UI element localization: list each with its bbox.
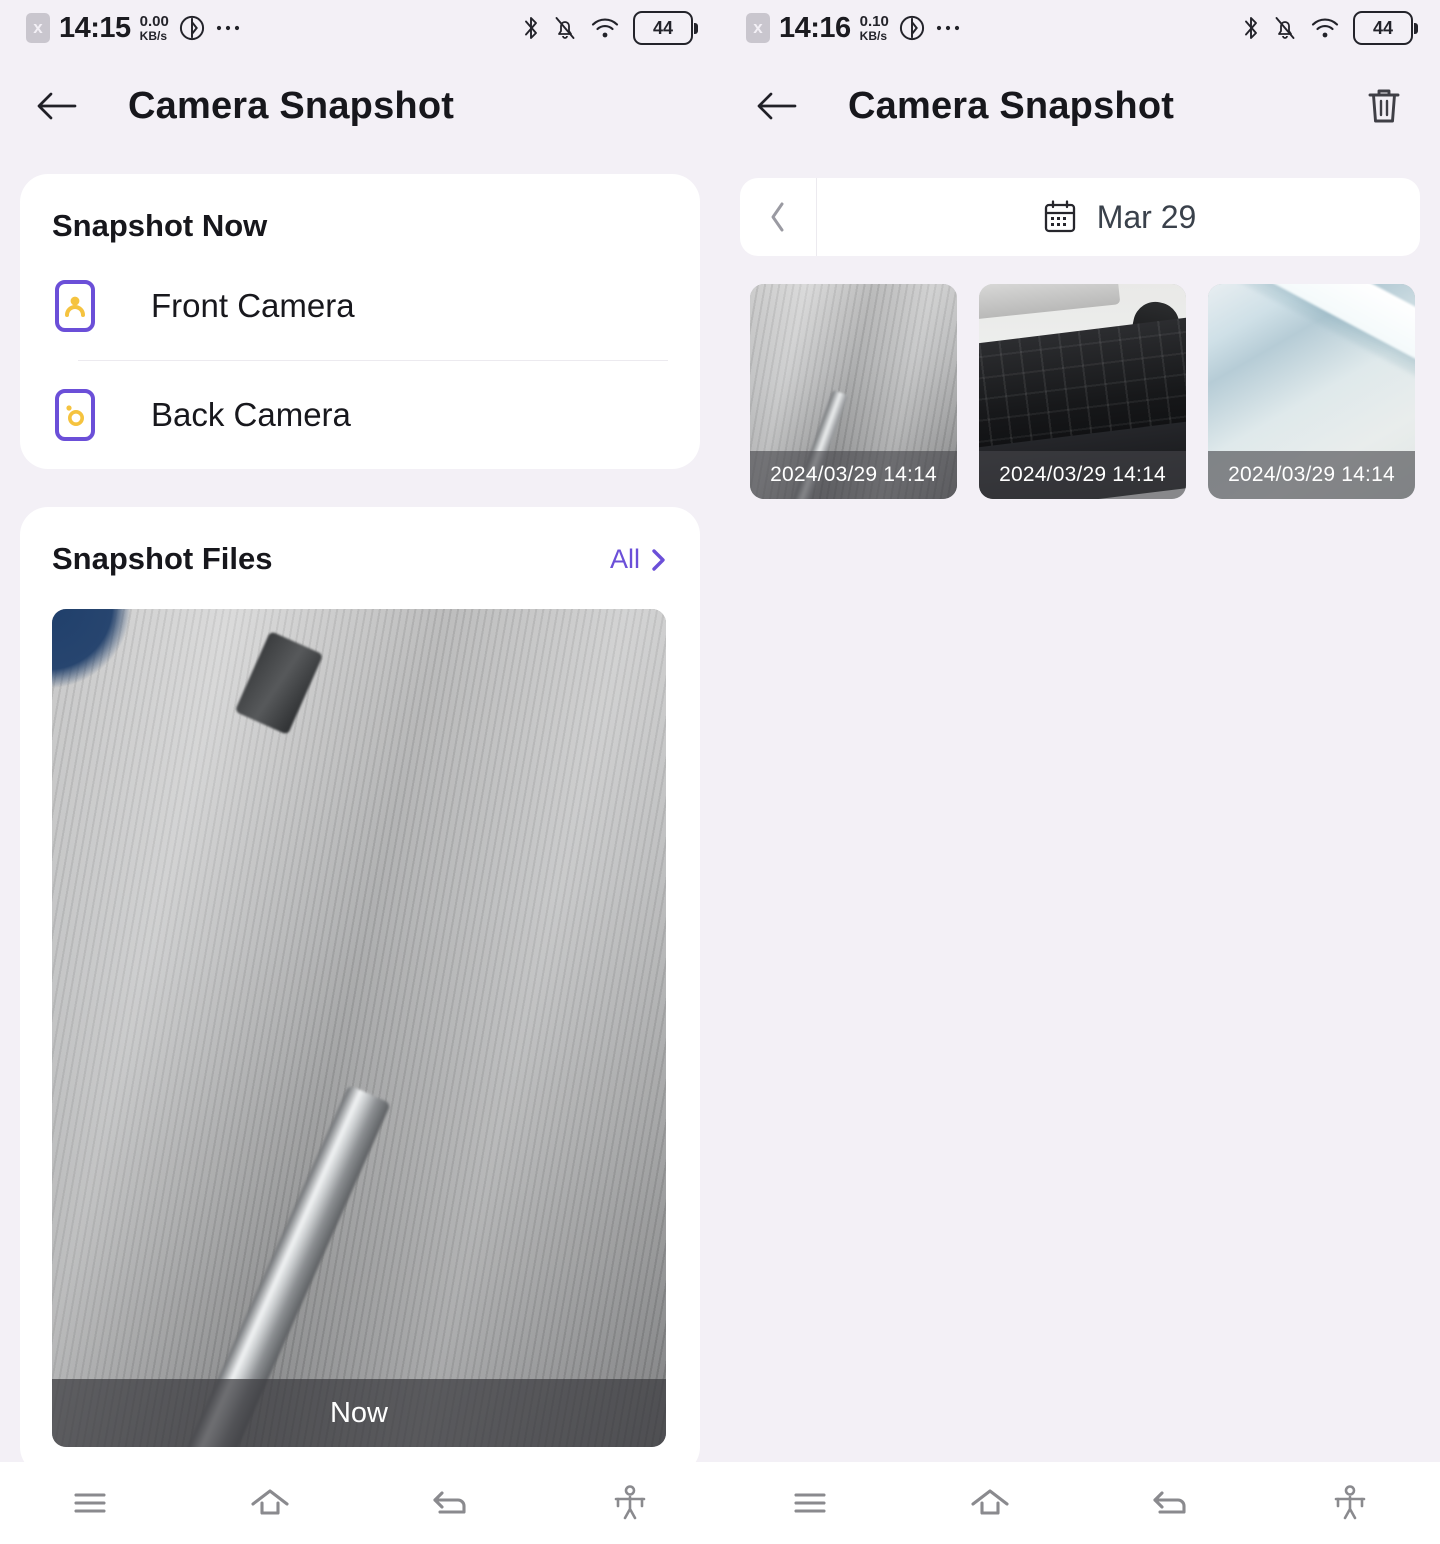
photo-corner-shadow (52, 609, 143, 700)
back-camera-label: Back Camera (151, 396, 351, 433)
network-speed: 0.00 KB/s (140, 14, 169, 42)
back-nav-button[interactable] (360, 1485, 540, 1521)
menu-icon (794, 1493, 826, 1513)
status-bar-right: x 14:16 0.10 KB/s 44 (720, 0, 1440, 56)
status-bar-right-group: 44 (522, 11, 698, 45)
more-dots-icon (936, 25, 959, 31)
accessibility-button[interactable] (1260, 1483, 1440, 1523)
back-arrow-icon (757, 92, 797, 120)
wifi-icon (591, 18, 619, 38)
thumbnail-item[interactable]: 2024/03/29 14:14 (979, 284, 1186, 499)
chevron-left-icon (771, 202, 784, 232)
back-arrow-icon (37, 92, 77, 120)
accessibility-button[interactable] (540, 1483, 720, 1523)
wifi-icon (1311, 18, 1339, 38)
more-dots-icon (216, 25, 239, 31)
screen-left: x 14:15 0.00 KB/s 44 Camera Snapshot Sna… (0, 0, 720, 1544)
status-bar-left: x 14:15 0.00 KB/s 44 (0, 0, 720, 56)
previous-day-button[interactable] (740, 178, 817, 256)
network-speed-unit: KB/s (139, 28, 168, 43)
app-bar-left: Camera Snapshot (0, 56, 720, 156)
calendar-icon (1044, 200, 1075, 233)
back-camera-row[interactable]: Back Camera (52, 361, 668, 469)
page-title: Camera Snapshot (128, 84, 455, 127)
thumbnail-item[interactable]: 2024/03/29 14:14 (750, 284, 957, 499)
back-icon (1153, 1491, 1186, 1514)
photo-texture (52, 609, 666, 1447)
app-bar-right: Camera Snapshot (720, 56, 1440, 156)
battery-icon: 44 (1353, 11, 1418, 45)
home-button[interactable] (180, 1485, 360, 1521)
back-nav-button[interactable] (1080, 1485, 1260, 1521)
mute-bell-icon (555, 17, 575, 39)
home-icon (251, 1489, 289, 1515)
volume-sound-icon (179, 15, 204, 41)
chevron-right-icon (652, 548, 665, 571)
battery-icon: 44 (633, 11, 698, 45)
status-bar-left-group-2: x 14:16 0.10 KB/s (746, 12, 1242, 45)
thumbnail-caption: 2024/03/29 14:14 (979, 451, 1186, 499)
snapshot-thumbnail-grid: 2024/03/29 14:14 2024/03/29 14:14 2024/0… (750, 284, 1420, 499)
back-camera-icon (55, 389, 95, 441)
home-button[interactable] (900, 1485, 1080, 1521)
snapshot-files-title: Snapshot Files (52, 541, 273, 576)
date-selector-bar: Mar 29 (740, 178, 1420, 256)
trash-icon (1368, 89, 1400, 123)
back-icon (433, 1491, 466, 1514)
battery-level: 44 (652, 17, 674, 38)
screen-right: x 14:16 0.10 KB/s 44 Camera Snapshot Mar… (720, 0, 1440, 1544)
snapshot-now-title: Snapshot Now (52, 208, 268, 243)
sim-x-icon: x (26, 13, 50, 43)
network-speed-value: 0.10 (859, 12, 889, 30)
network-speed-unit: KB/s (859, 28, 888, 43)
back-button[interactable] (28, 78, 84, 134)
front-camera-row[interactable]: Front Camera (52, 252, 668, 360)
system-nav-bar-left (0, 1462, 720, 1544)
snapshot-now-card: Snapshot Now Front Camera Back Camera (20, 174, 700, 469)
snapshot-files-card: Snapshot Files All Now (20, 507, 700, 1475)
thumbnail-desk-object (979, 284, 1121, 320)
network-speed: 0.10 KB/s (860, 14, 889, 42)
menu-button[interactable] (0, 1486, 180, 1520)
snapshot-preview-caption: Now (52, 1379, 666, 1447)
snapshot-preview-image[interactable]: Now (52, 609, 666, 1447)
battery-level: 44 (1372, 17, 1394, 38)
status-clock: 14:15 (59, 11, 131, 44)
accessibility-icon (1334, 1485, 1366, 1520)
network-speed-value: 0.00 (139, 12, 169, 30)
volume-sound-icon (899, 15, 924, 41)
date-picker-button[interactable]: Mar 29 (817, 198, 1420, 236)
view-all-button[interactable]: All (610, 544, 668, 577)
home-icon (971, 1489, 1009, 1515)
delete-button[interactable] (1356, 78, 1412, 134)
status-bar-left-group: x 14:15 0.00 KB/s (26, 12, 522, 45)
page-title: Camera Snapshot (848, 84, 1175, 127)
front-camera-label: Front Camera (151, 287, 355, 324)
back-button[interactable] (748, 78, 804, 134)
bluetooth-icon (525, 17, 537, 39)
menu-icon (74, 1493, 106, 1513)
accessibility-icon (614, 1485, 646, 1520)
system-nav-bar-right (720, 1462, 1440, 1544)
mute-bell-icon (1275, 17, 1295, 39)
sim-x-icon: x (746, 13, 770, 43)
selected-date-label: Mar 29 (1096, 198, 1197, 235)
thumbnail-caption: 2024/03/29 14:14 (750, 451, 957, 499)
status-clock: 14:16 (779, 11, 851, 44)
snapshot-files-header: Snapshot Files All (52, 507, 668, 577)
thumbnail-item[interactable]: 2024/03/29 14:14 (1208, 284, 1415, 499)
dual-screenshot-container: x 14:15 0.00 KB/s 44 Camera Snapshot Sna… (0, 0, 1440, 1544)
thumbnail-caption: 2024/03/29 14:14 (1208, 451, 1415, 499)
front-camera-icon (55, 280, 95, 332)
menu-button[interactable] (720, 1486, 900, 1520)
bluetooth-icon (1245, 17, 1257, 39)
status-bar-right-group-2: 44 (1242, 11, 1418, 45)
view-all-label: All (609, 544, 640, 574)
